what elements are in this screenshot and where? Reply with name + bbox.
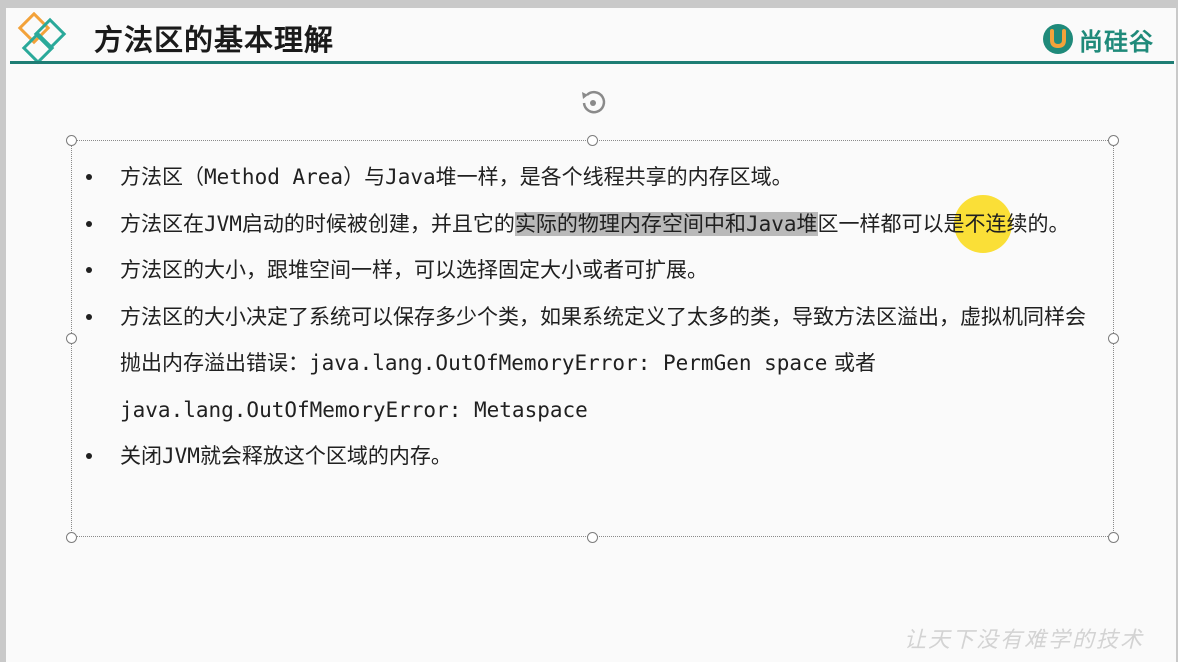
bullet-text: 方法区在 — [120, 211, 204, 236]
resize-handle-left[interactable] — [66, 333, 77, 344]
bullet-text: 堆一样，是各个线程共享的内存区域。 — [435, 165, 793, 189]
bullet-dot-icon — [86, 267, 92, 273]
bullet-text: java.lang.OutOfMemoryError: Metaspace — [120, 397, 588, 422]
bullet-text: 方法区（ — [120, 165, 204, 189]
bullet-dot-icon — [86, 313, 92, 320]
bullet-text: java.lang.OutOfMemoryError: PermGen spac… — [309, 351, 828, 375]
bullet-text: 启动的时候被创建，并且它的 — [241, 211, 515, 236]
diamond-logo-icon — [17, 12, 67, 65]
bullet-text: 方法区的大小，跟堆空间一样，可以选择固定大小或者可扩展。 — [120, 258, 708, 282]
bullet-text: JVM — [204, 211, 242, 236]
watermark: 让天下没有难学的技术 — [903, 628, 1144, 653]
slide-title: 方法区的基本理解 — [94, 23, 335, 57]
resize-handle-bottom-right[interactable] — [1108, 532, 1119, 543]
bullet-item: 方法区在JVM启动的时候被创建，并且它的实际的物理内存空间中和Java堆区一样都… — [82, 201, 1102, 248]
bullet-text: JVM — [162, 444, 200, 468]
resize-handle-top[interactable] — [587, 135, 598, 146]
bullet-list[interactable]: 方法区（Method Area）与Java堆一样，是各个线程共享的内存区域。 方法… — [82, 154, 1102, 480]
resize-handle-top-right[interactable] — [1108, 135, 1119, 146]
rotate-handle-icon[interactable] — [578, 86, 608, 116]
brand-text: 尚硅谷 — [1079, 27, 1154, 56]
bullet-text: 实际的物理内存空间中和 — [514, 211, 746, 236]
bullet-item: 方法区的大小决定了系统可以保存多少个类，如果系统定义了太多的类，导致方法区溢出，… — [82, 294, 1102, 434]
bullet-item: 方法区的大小，跟堆空间一样，可以选择固定大小或者可扩展。 — [82, 247, 1102, 294]
brand-logo: 尚硅谷 — [1041, 22, 1154, 56]
bullet-text: 区一样都可以是不连续的。 — [817, 211, 1070, 236]
bullet-text: Java — [745, 211, 797, 236]
header-divider — [10, 61, 1174, 64]
resize-handle-right[interactable] — [1108, 333, 1119, 344]
bullet-text: Java — [385, 165, 436, 189]
resize-handle-top-left[interactable] — [66, 135, 77, 146]
bullet-dot-icon — [86, 174, 92, 180]
bullet-item: 方法区（Method Area）与Java堆一样，是各个线程共享的内存区域。 — [82, 154, 1102, 201]
brand-u-icon — [1043, 24, 1073, 54]
bullet-text: 关闭 — [120, 444, 162, 468]
bullet-item: 关闭JVM就会释放这个区域的内存。 — [82, 433, 1102, 480]
bullet-dot-icon — [86, 453, 92, 459]
bullet-text: 堆 — [796, 211, 818, 236]
resize-handle-bottom-left[interactable] — [66, 532, 77, 543]
bullet-text: Method Area — [204, 165, 344, 189]
bullet-dot-icon — [86, 220, 92, 227]
bullet-text: 或者 — [827, 351, 877, 375]
bullet-text: 就会释放这个区域的内存。 — [199, 444, 452, 468]
bullet-text: ）与 — [343, 165, 386, 189]
slide: 方法区的基本理解 尚硅谷 方法区（Method Area）与Java堆一样，是各… — [6, 8, 1176, 662]
resize-handle-bottom[interactable] — [587, 532, 598, 543]
